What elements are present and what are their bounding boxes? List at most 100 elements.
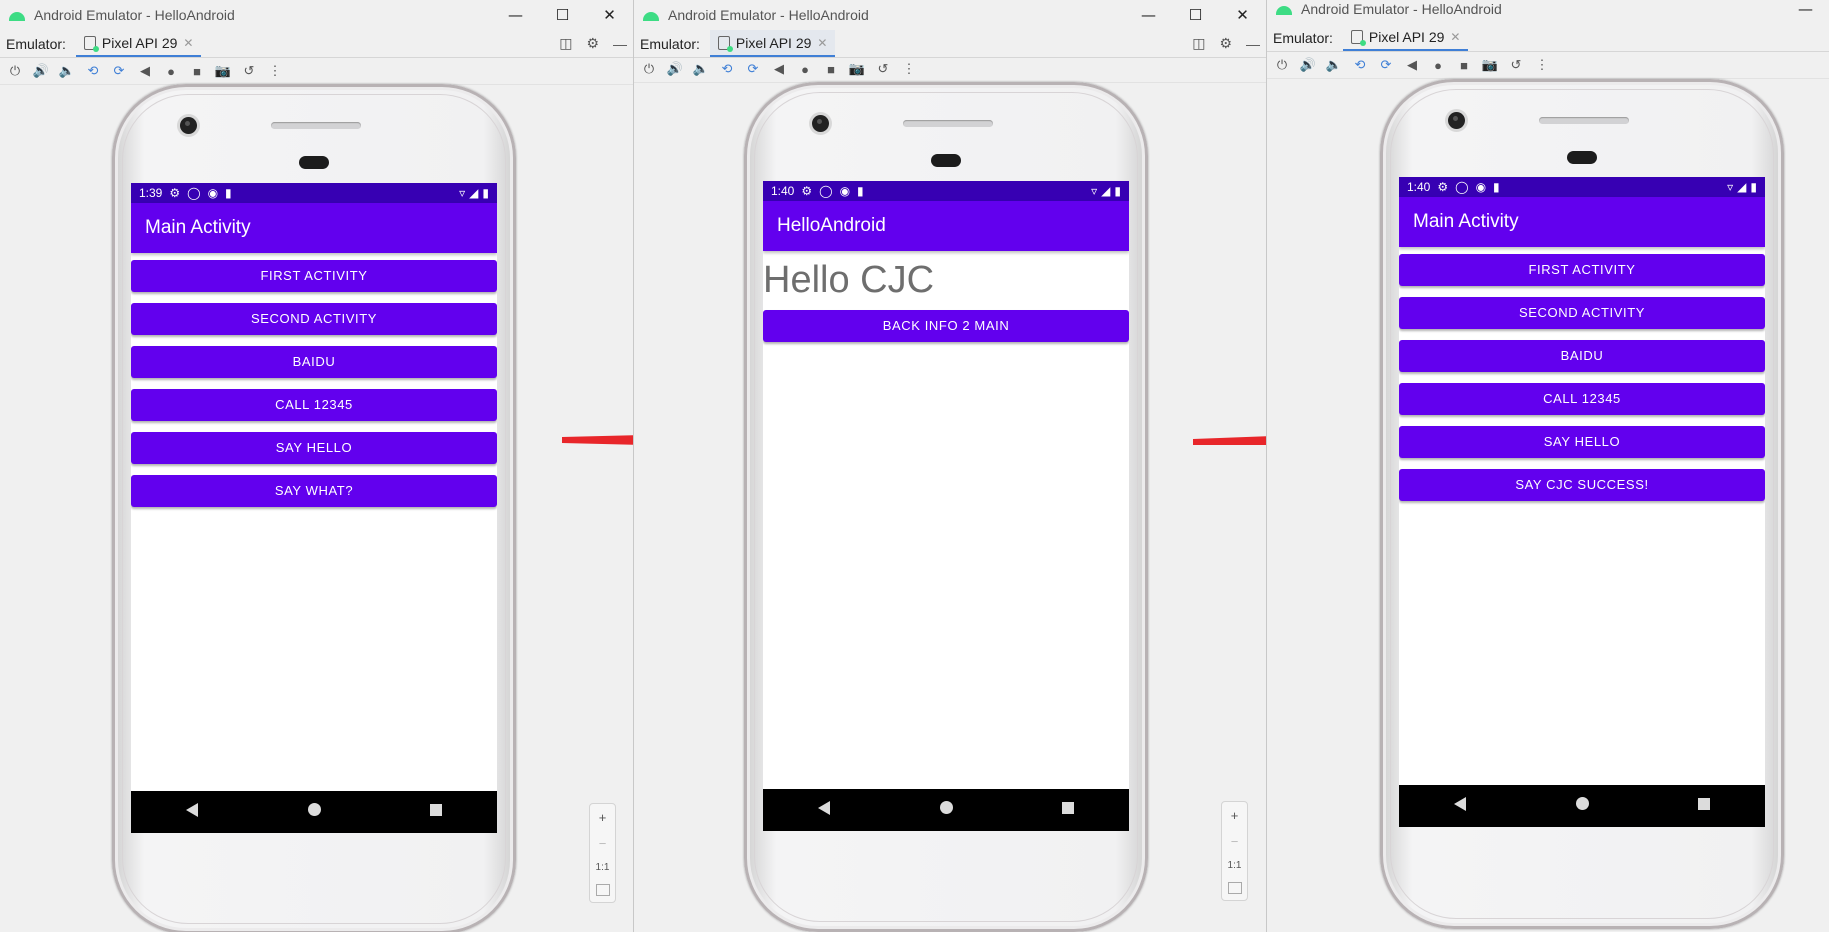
close-button[interactable]: ✕: [586, 6, 633, 24]
say-hello-button[interactable]: SAY HELLO: [1399, 426, 1765, 458]
settings-icon[interactable]: ⚙: [586, 35, 599, 52]
volume-down-icon[interactable]: 🔈: [690, 61, 712, 77]
tab-pixel-api-29[interactable]: Pixel API 29 ✕: [709, 30, 836, 57]
rotate-right-icon[interactable]: ⟳: [108, 63, 130, 79]
home-icon[interactable]: ●: [160, 64, 182, 79]
rotate-right-icon[interactable]: ⟳: [742, 61, 764, 77]
nav-recents-icon[interactable]: [1684, 797, 1724, 815]
baidu-button[interactable]: BAIDU: [131, 346, 497, 378]
zoom-1-1-button[interactable]: 1:1: [1228, 860, 1242, 871]
overview-icon[interactable]: ■: [820, 62, 842, 77]
wifi-status-icon: ◯: [187, 186, 201, 200]
zoom-fit-icon[interactable]: [1227, 882, 1242, 895]
nav-home-icon[interactable]: [1562, 797, 1602, 815]
nav-recents-icon[interactable]: [416, 803, 456, 821]
power-icon[interactable]: ⏻: [4, 63, 26, 79]
emulator-toolbar: ⏻ 🔊 🔈 ⟲ ⟳ ◀ ● ■ 📷 ↺ ⋮: [634, 56, 1266, 83]
minimize-button[interactable]: —: [1782, 0, 1829, 18]
rotate-left-icon[interactable]: ⟲: [1349, 57, 1371, 73]
rotate-right-icon[interactable]: ⟳: [1375, 57, 1397, 73]
tab-pixel-api-29[interactable]: Pixel API 29 ✕: [1342, 24, 1469, 51]
say-what-button[interactable]: SAY WHAT?: [131, 475, 497, 507]
hide-icon[interactable]: —: [613, 36, 627, 52]
back-icon[interactable]: ◀: [134, 63, 156, 79]
close-tab-icon[interactable]: ✕: [183, 36, 193, 50]
more-icon[interactable]: ⋮: [1531, 57, 1553, 73]
zoom-1-1-button[interactable]: 1:1: [596, 862, 610, 873]
rotate-left-icon[interactable]: ⟲: [82, 63, 104, 79]
more-icon[interactable]: ⋮: [264, 63, 286, 79]
back-icon[interactable]: ◀: [1401, 57, 1423, 73]
minimize-button[interactable]: —: [1125, 6, 1172, 24]
say-success-button[interactable]: SAY CJC SUCCESS!: [1399, 469, 1765, 501]
nav-recents-icon[interactable]: [1048, 801, 1088, 819]
overview-icon[interactable]: ■: [1453, 58, 1475, 73]
back-icon[interactable]: ◀: [768, 61, 790, 77]
close-tab-icon[interactable]: ✕: [817, 36, 827, 50]
baidu-button[interactable]: BAIDU: [1399, 340, 1765, 372]
emulator-tab-bar: Emulator: Pixel API 29 ✕: [1267, 24, 1829, 52]
zoom-fit-icon[interactable]: [595, 884, 610, 897]
camera-icon[interactable]: 📷: [212, 63, 234, 79]
tab-label: Pixel API 29: [1368, 28, 1445, 45]
first-activity-button[interactable]: FIRST ACTIVITY: [131, 260, 497, 292]
call-button[interactable]: CALL 12345: [131, 389, 497, 421]
device-icon: [1350, 29, 1366, 46]
power-icon[interactable]: ⏻: [1271, 57, 1293, 73]
volume-up-icon[interactable]: 🔊: [1297, 57, 1319, 73]
volume-down-icon[interactable]: 🔈: [56, 63, 78, 79]
sd-card-icon: ▮: [1493, 180, 1500, 194]
rotate-left-icon[interactable]: ⟲: [716, 61, 738, 77]
close-tab-icon[interactable]: ✕: [1450, 30, 1460, 44]
second-activity-button[interactable]: SECOND ACTIVITY: [1399, 297, 1765, 329]
maximize-button[interactable]: ☐: [1172, 6, 1219, 24]
window-layout-icon[interactable]: ◫: [1192, 35, 1205, 52]
settings-icon[interactable]: ⚙: [1219, 35, 1232, 52]
call-button[interactable]: CALL 12345: [1399, 383, 1765, 415]
close-button[interactable]: ✕: [1219, 6, 1266, 24]
front-camera: [812, 115, 829, 132]
status-time: 1:40: [1407, 180, 1431, 194]
minimize-button[interactable]: —: [492, 6, 539, 24]
status-time: 1:40: [771, 184, 795, 198]
maximize-button[interactable]: ☐: [539, 6, 586, 24]
first-activity-button[interactable]: FIRST ACTIVITY: [1399, 254, 1765, 286]
title-bar: Android Emulator - HelloAndroid — ☐ ✕: [0, 0, 633, 30]
home-icon[interactable]: ●: [1427, 58, 1449, 73]
nav-back-icon[interactable]: [172, 802, 212, 822]
zoom-controls: + − 1:1: [589, 803, 616, 903]
camera-icon[interactable]: 📷: [846, 61, 868, 77]
say-hello-button[interactable]: SAY HELLO: [131, 432, 497, 464]
nav-back-icon[interactable]: [1440, 796, 1480, 816]
tab-label: Pixel API 29: [101, 34, 178, 51]
zoom-out-button[interactable]: −: [599, 836, 607, 851]
device-screen: 1:40 ⚙ ◯ ◉ ▮ ▿ ◢ ▮ Main Activity FIRST A…: [1399, 177, 1765, 827]
nav-home-icon[interactable]: [294, 803, 334, 821]
snapshot-icon[interactable]: ↺: [1505, 57, 1527, 73]
zoom-out-button[interactable]: −: [1231, 834, 1239, 849]
volume-up-icon[interactable]: 🔊: [30, 63, 52, 79]
emulator-toolbar: ⏻ 🔊 🔈 ⟲ ⟳ ◀ ● ■ 📷 ↺ ⋮: [1267, 52, 1829, 79]
volume-down-icon[interactable]: 🔈: [1323, 57, 1345, 73]
overview-icon[interactable]: ■: [186, 64, 208, 79]
cell-signal-icon: ◢: [1737, 180, 1747, 194]
second-activity-button[interactable]: SECOND ACTIVITY: [131, 303, 497, 335]
volume-up-icon[interactable]: 🔊: [664, 61, 686, 77]
arrow-icon: [562, 435, 633, 445]
snapshot-icon[interactable]: ↺: [872, 61, 894, 77]
camera-icon[interactable]: 📷: [1479, 57, 1501, 73]
zoom-in-button[interactable]: +: [1231, 808, 1239, 823]
status-time: 1:39: [139, 186, 163, 200]
hide-icon[interactable]: —: [1246, 36, 1260, 52]
zoom-in-button[interactable]: +: [599, 810, 607, 825]
more-icon[interactable]: ⋮: [898, 61, 920, 77]
power-icon[interactable]: ⏻: [638, 61, 660, 77]
back-info-button[interactable]: BACK INFO 2 MAIN: [763, 310, 1129, 342]
window-layout-icon[interactable]: ◫: [559, 35, 572, 52]
tab-pixel-api-29[interactable]: Pixel API 29 ✕: [75, 30, 202, 57]
nav-home-icon[interactable]: [926, 801, 966, 819]
nav-back-icon[interactable]: [804, 800, 844, 820]
snapshot-icon[interactable]: ↺: [238, 63, 260, 79]
emulator-label: Emulator:: [640, 35, 700, 52]
home-icon[interactable]: ●: [794, 62, 816, 77]
